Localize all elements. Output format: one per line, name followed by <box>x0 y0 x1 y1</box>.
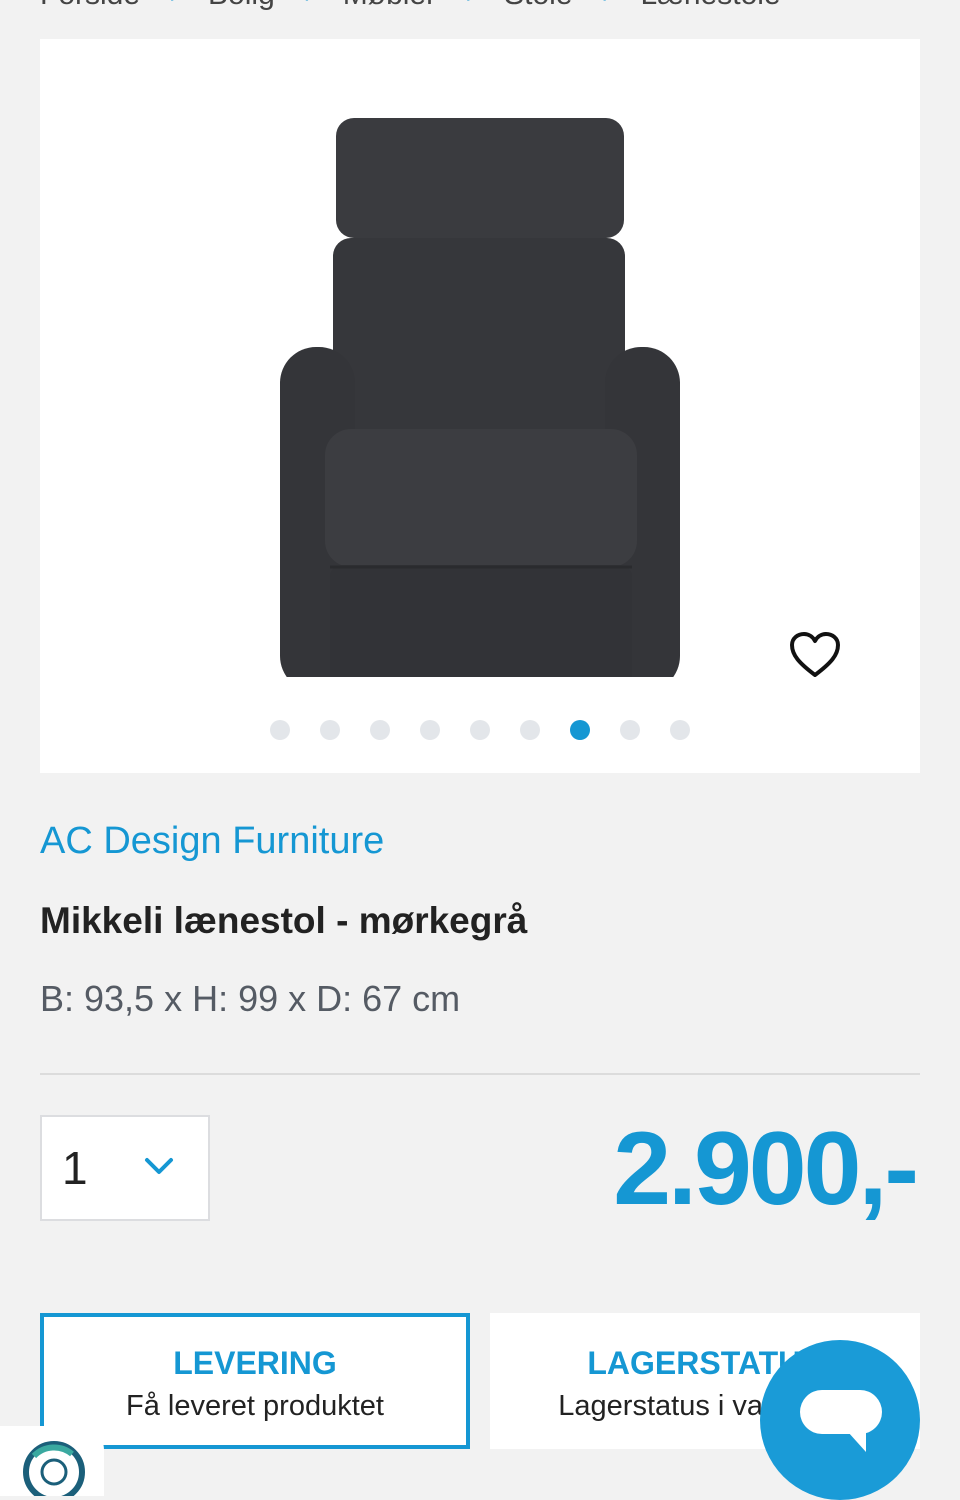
gallery-dot-8[interactable] <box>620 720 640 740</box>
chevron-right-icon: › <box>603 0 611 9</box>
gallery-dot-3[interactable] <box>370 720 390 740</box>
product-title: Mikkeli lænestol - mørkegrå <box>40 900 528 941</box>
product-dimensions: B: 93,5 x H: 99 x D: 67 cm <box>40 978 461 1019</box>
gallery-dot-5[interactable] <box>470 720 490 740</box>
brand-link[interactable]: AC Design Furniture <box>40 820 384 863</box>
delivery-title: LEVERING <box>173 1345 337 1381</box>
trust-badge-icon <box>23 1441 85 1496</box>
breadcrumb: Forside › Bolig › Møbler › Stole › Lænes… <box>40 0 920 12</box>
breadcrumb-item-armchairs[interactable]: Lænestole <box>641 0 781 12</box>
delivery-card[interactable]: LEVERING Få leveret produktet <box>40 1313 470 1449</box>
quantity-select[interactable]: 1 <box>40 1115 210 1221</box>
chevron-down-icon <box>145 1158 173 1174</box>
product-price: 2.900,- <box>613 1111 919 1227</box>
product-gallery[interactable] <box>40 39 920 773</box>
heart-icon <box>790 632 840 677</box>
breadcrumb-item-chairs[interactable]: Stole <box>504 0 572 12</box>
delivery-subtitle: Få leveret produktet <box>126 1390 384 1422</box>
trust-badge[interactable] <box>0 1426 104 1496</box>
gallery-dot-4[interactable] <box>420 720 440 740</box>
gallery-dot-9[interactable] <box>670 720 690 740</box>
chat-icon <box>800 1390 882 1452</box>
breadcrumb-item-furniture[interactable]: Møbler <box>343 0 436 12</box>
breadcrumb-item-home-category[interactable]: Bolig <box>208 0 275 12</box>
product-image[interactable] <box>280 77 680 677</box>
gallery-dot-6[interactable] <box>520 720 540 740</box>
favorite-button[interactable] <box>785 627 845 683</box>
gallery-dot-2[interactable] <box>320 720 340 740</box>
chat-button[interactable] <box>760 1340 920 1500</box>
chevron-right-icon: › <box>170 0 178 9</box>
chevron-right-icon: › <box>466 0 474 9</box>
gallery-pagination <box>40 719 920 741</box>
gallery-dot-7-active[interactable] <box>570 720 590 740</box>
quantity-value: 1 <box>62 1142 88 1194</box>
chevron-right-icon: › <box>305 0 313 9</box>
breadcrumb-item-home[interactable]: Forside <box>40 0 140 12</box>
divider <box>40 1073 920 1075</box>
gallery-dot-1[interactable] <box>270 720 290 740</box>
